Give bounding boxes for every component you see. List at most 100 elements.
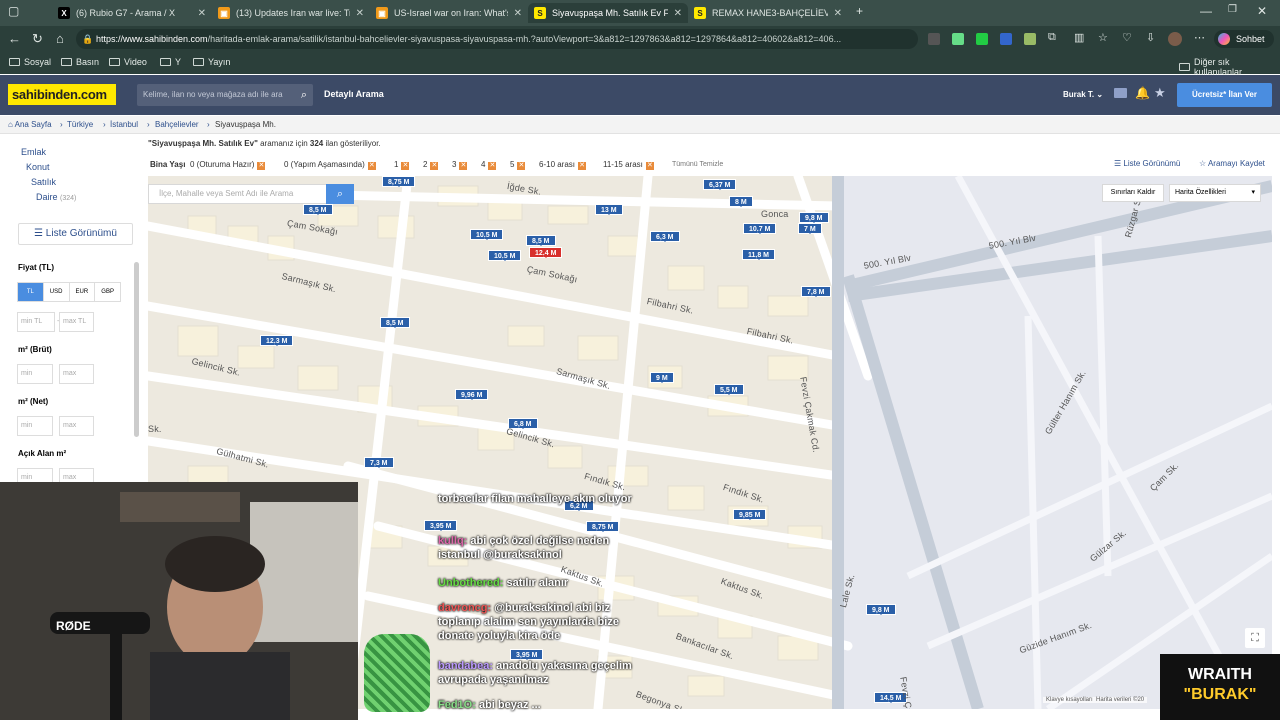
filter-chip[interactable]: 0 (Yapım Aşamasında) ✕: [284, 159, 376, 171]
search-icon[interactable]: ⌕: [326, 184, 354, 204]
price-pin[interactable]: 5,5 M: [714, 384, 744, 395]
filter-chip[interactable]: 5 ✕: [510, 159, 526, 171]
price-pin[interactable]: 8,5 M: [380, 317, 410, 328]
price-pin[interactable]: 10,5 M: [470, 229, 504, 240]
more-icon[interactable]: ⋯: [1194, 31, 1205, 44]
close-icon[interactable]: ✕: [578, 162, 587, 170]
breadcrumb-item[interactable]: İstanbul: [110, 117, 138, 133]
mail-icon[interactable]: [1114, 88, 1127, 98]
home-icon[interactable]: ⌂: [56, 31, 64, 46]
price-pin[interactable]: 9,85 M: [733, 509, 767, 520]
close-icon[interactable]: ✕: [356, 8, 364, 19]
tab-1[interactable]: X (6) Rubio G7 - Arama / X ✕: [52, 3, 212, 23]
close-icon[interactable]: ✕: [401, 162, 410, 170]
price-pin[interactable]: 9,96 M: [455, 389, 489, 400]
favorites-icon[interactable]: ☆: [1098, 31, 1108, 44]
price-pin[interactable]: 9,8 M: [799, 212, 829, 223]
minimize-icon[interactable]: —: [1200, 4, 1212, 18]
filter-chip[interactable]: 0 (Oturuma Hazır) ✕: [190, 159, 266, 171]
close-icon[interactable]: ✕: [430, 162, 439, 170]
bookmark-folder[interactable]: Video: [109, 57, 147, 67]
extension-icon[interactable]: [1000, 33, 1012, 45]
extension-icon[interactable]: [952, 33, 964, 45]
copilot-chat-button[interactable]: Sohbet et: [1214, 30, 1274, 62]
back-icon[interactable]: ←: [8, 31, 21, 46]
post-ad-button[interactable]: Ücretsiz* İlan Ver: [1177, 83, 1272, 107]
tab-3[interactable]: ▣ US-Israel war on Iran: What's happ ✕: [370, 3, 528, 23]
user-menu[interactable]: Burak T. ⌄: [1063, 90, 1103, 99]
map-search-input[interactable]: İlçe, Mahalle veya Semt Adı ile Arama ⌕: [148, 184, 354, 204]
close-icon[interactable]: ✕: [367, 162, 376, 170]
currency-tl[interactable]: TL: [18, 283, 43, 301]
filter-chip[interactable]: 11-15 arası ✕: [603, 159, 654, 171]
bookmark-folder[interactable]: Sosyal: [9, 57, 51, 67]
extension-icon[interactable]: [1024, 33, 1036, 45]
close-icon[interactable]: ✕: [514, 8, 522, 19]
price-pin[interactable]: 6,3 M: [650, 231, 680, 242]
maximize-icon[interactable]: ❐: [1228, 4, 1237, 15]
tab-2[interactable]: ▣ (13) Updates Iran war live: Trump ✕: [212, 3, 370, 23]
split-view-icon[interactable]: ▥: [1074, 31, 1084, 44]
extension-icon[interactable]: [928, 33, 940, 45]
sidebar-scrollbar[interactable]: [134, 262, 139, 437]
close-window-icon[interactable]: ✕: [1257, 4, 1267, 18]
bookmark-folder[interactable]: Basın: [61, 57, 99, 67]
category-daire[interactable]: Daire (324): [36, 192, 76, 202]
category-satilik[interactable]: Satılık: [31, 177, 56, 187]
breadcrumb-item[interactable]: Türkiye: [67, 117, 93, 133]
filter-chip[interactable]: 3 ✕: [452, 159, 468, 171]
detailed-search-link[interactable]: Detaylı Arama: [324, 89, 384, 99]
address-bar[interactable]: 🔒 https://www.sahibinden.com/haritada-em…: [76, 29, 918, 49]
close-icon[interactable]: ✕: [517, 162, 526, 170]
tab-4[interactable]: S Siyavuşpaşa Mh. Satılık Ev Fiyatları ✕: [528, 3, 688, 23]
profile-avatar[interactable]: [1168, 32, 1182, 46]
currency-usd[interactable]: USD: [42, 283, 69, 301]
filter-chip[interactable]: 1 ✕: [394, 159, 410, 171]
remove-bounds-button[interactable]: Sınırları Kaldır: [1102, 184, 1164, 202]
fullscreen-icon[interactable]: ⛶: [1245, 628, 1265, 648]
extension-icon[interactable]: [976, 33, 988, 45]
price-pin[interactable]: 6,37 M: [703, 179, 737, 190]
max-m2-brut-input[interactable]: max: [59, 364, 94, 384]
keyboard-shortcuts-link[interactable]: Klavye kısayolları: [1046, 697, 1093, 703]
map-features-select[interactable]: Harita Özellikleri ▾: [1169, 184, 1261, 202]
breadcrumb-item[interactable]: ⌂ Ana Sayfa: [8, 117, 52, 133]
min-m2-net-input[interactable]: min: [17, 416, 53, 436]
price-pin[interactable]: 8,75 M: [382, 176, 416, 187]
breadcrumb-item[interactable]: Bahçelievler: [155, 117, 199, 133]
clear-all-filters[interactable]: Tümünü Temizle: [672, 159, 723, 171]
category-konut[interactable]: Konut: [26, 162, 50, 172]
bookmark-folder[interactable]: Yayın: [193, 57, 230, 67]
close-icon[interactable]: ✕: [198, 8, 206, 19]
filter-chip[interactable]: 2 ✕: [423, 159, 439, 171]
reload-icon[interactable]: ↻: [32, 31, 43, 47]
max-open-area-input[interactable]: max: [59, 468, 94, 482]
filter-chip[interactable]: 4 ✕: [481, 159, 497, 171]
price-pin[interactable]: 12,4 M: [529, 247, 563, 258]
close-icon[interactable]: ✕: [834, 8, 842, 19]
search-icon[interactable]: ⌕: [301, 84, 307, 106]
currency-eur[interactable]: EUR: [68, 283, 95, 301]
filter-chip[interactable]: 6-10 arası ✕: [539, 159, 587, 171]
min-price-input[interactable]: min TL: [17, 312, 55, 332]
tab-5[interactable]: S REMAX HANE3-BAHÇELİEVLER YA ✕: [688, 3, 848, 23]
currency-gbp[interactable]: GBP: [94, 283, 120, 301]
close-icon[interactable]: ✕: [645, 162, 654, 170]
star-icon[interactable]: ★: [1154, 85, 1166, 101]
max-price-input[interactable]: max TL: [59, 312, 94, 332]
category-emlak[interactable]: Emlak: [21, 147, 46, 157]
other-bookmarks[interactable]: Diğer sık kullanılanlar: [1179, 57, 1280, 77]
price-pin[interactable]: 9,8 M: [866, 604, 896, 615]
price-pin[interactable]: 8 M: [729, 196, 753, 207]
list-view-link[interactable]: ☰ Liste Görünümü: [1114, 159, 1180, 168]
bell-icon[interactable]: 🔔: [1135, 86, 1150, 100]
close-icon[interactable]: ✕: [257, 162, 266, 170]
close-icon[interactable]: ✕: [459, 162, 468, 170]
price-pin[interactable]: 7,8 M: [801, 286, 831, 297]
puzzle-icon[interactable]: ⧉: [1048, 31, 1056, 44]
min-m2-brut-input[interactable]: min: [17, 364, 53, 384]
browser-menu-icon[interactable]: ▢: [8, 4, 19, 18]
downloads-icon[interactable]: ⇩: [1146, 31, 1155, 44]
bookmark-folder[interactable]: Y: [160, 57, 181, 67]
price-pin[interactable]: 7,3 M: [364, 457, 394, 468]
